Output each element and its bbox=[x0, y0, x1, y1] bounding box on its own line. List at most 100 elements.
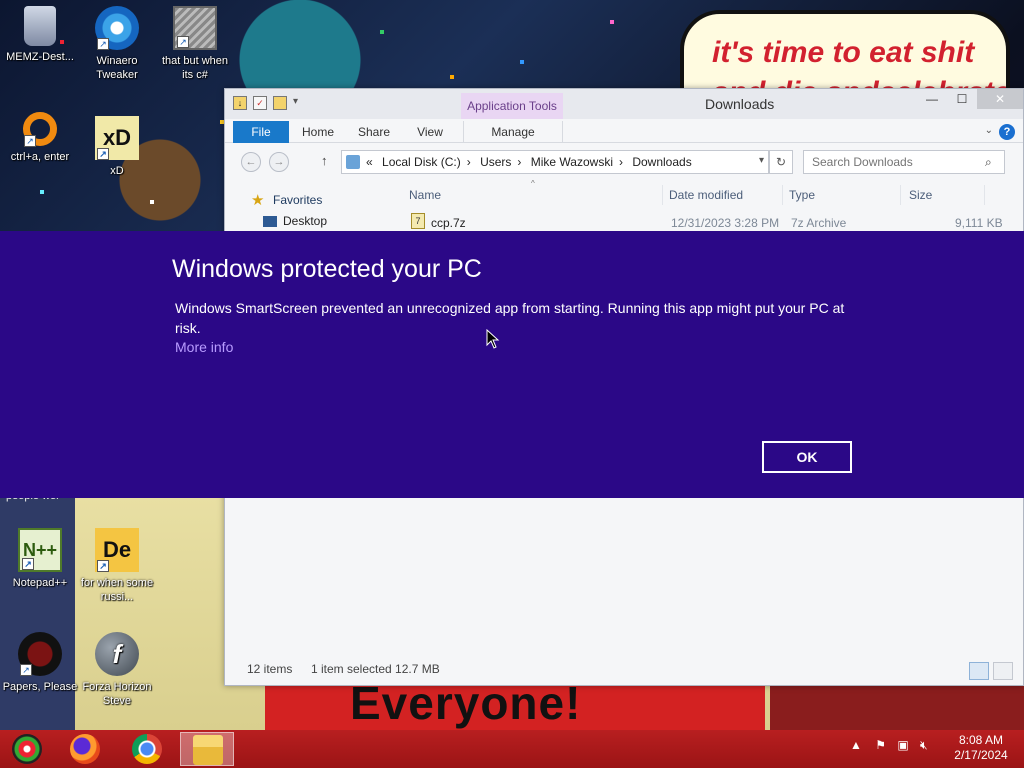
status-item-count: 12 items bbox=[247, 662, 293, 676]
desktop-icon-label: Notepad++ bbox=[12, 577, 68, 589]
desktop-icon-winaero[interactable]: ↗ Winaero Tweaker bbox=[77, 6, 157, 82]
maximize-button[interactable]: ☐ bbox=[947, 89, 977, 109]
address-bar[interactable]: « Local Disk (C:) › Users › Mike Wazowski ›… bbox=[341, 150, 769, 174]
window-title: Downloads bbox=[705, 96, 775, 112]
orange-ring-icon: ↗ bbox=[23, 112, 57, 147]
desktop-icon bbox=[263, 216, 277, 227]
desktop-icon-forza[interactable]: f Forza Horizon Steve bbox=[77, 632, 157, 708]
system-tray: ▲ ⚑ ▣ 🔇︎ bbox=[850, 738, 928, 753]
wallpaper-speech-line1: it's time to eat shit bbox=[712, 36, 975, 69]
new-folder-icon[interactable] bbox=[273, 96, 287, 110]
breadcrumb-item[interactable]: Local Disk (C:) bbox=[382, 155, 461, 169]
volume-muted-icon[interactable]: 🔇︎ bbox=[920, 738, 928, 752]
desktop-icon-papers-please[interactable]: ↗ Papers, Please bbox=[0, 632, 80, 694]
refresh-button[interactable]: ↻ bbox=[769, 150, 793, 174]
chevron-right-icon[interactable]: › bbox=[517, 155, 521, 169]
help-icon[interactable]: ? bbox=[999, 124, 1015, 140]
stacked-windows-icon: ↗ bbox=[173, 6, 217, 50]
breadcrumb-overflow[interactable]: « bbox=[366, 155, 373, 169]
chevron-down-icon[interactable]: ▾ bbox=[759, 155, 764, 166]
file-size: 9,111 KB bbox=[955, 216, 1003, 230]
tab-file[interactable]: File bbox=[233, 121, 289, 143]
clock-time: 8:08 AM bbox=[958, 733, 1004, 747]
close-button[interactable]: ✕ bbox=[977, 89, 1023, 109]
chrome-icon bbox=[132, 734, 162, 764]
column-type[interactable]: Type bbox=[785, 185, 901, 205]
confetti bbox=[380, 30, 384, 34]
papers-please-icon: ↗ bbox=[18, 632, 62, 676]
properties-icon[interactable]: ✓ bbox=[253, 96, 267, 110]
breadcrumb-item[interactable]: Downloads bbox=[632, 155, 691, 169]
tab-home[interactable]: Home bbox=[295, 121, 341, 143]
column-name[interactable]: Name bbox=[405, 185, 663, 205]
dialog-title: Windows protected your PC bbox=[172, 255, 482, 283]
confetti bbox=[520, 60, 524, 64]
network-icon[interactable]: ▣ bbox=[897, 738, 908, 752]
tab-manage[interactable]: Manage bbox=[463, 121, 563, 143]
ok-button[interactable]: OK bbox=[762, 441, 852, 473]
chevron-down-icon[interactable]: ▾ bbox=[293, 96, 298, 110]
forward-button[interactable]: → bbox=[269, 152, 289, 172]
chevron-up-icon[interactable]: ▲ bbox=[850, 738, 862, 752]
start-orb-icon bbox=[12, 734, 42, 764]
tab-share[interactable]: Share bbox=[351, 121, 397, 143]
desktop-icon-notepadpp[interactable]: N++ ↗ Notepad++ bbox=[0, 528, 80, 590]
breadcrumb-item[interactable]: Users bbox=[480, 155, 511, 169]
flag-icon[interactable]: ⚑ bbox=[875, 738, 886, 752]
chevron-down-icon[interactable]: ⌄ bbox=[985, 125, 993, 136]
chevron-right-icon[interactable]: › bbox=[619, 155, 623, 169]
start-button[interactable] bbox=[0, 732, 54, 766]
quick-access-toolbar: ↓ ✓ ▾ bbox=[233, 96, 298, 110]
more-info-link[interactable]: More info bbox=[175, 339, 233, 355]
nav-favorites[interactable]: Favorites bbox=[273, 193, 322, 207]
desktop-icon-memz[interactable]: MEMZ-Dest... bbox=[0, 6, 80, 64]
status-bar: 12 items 1 item selected 12.7 MB bbox=[225, 659, 1023, 681]
mouse-cursor-icon bbox=[486, 329, 500, 349]
folder-icon bbox=[346, 155, 360, 169]
taskbar-chrome[interactable] bbox=[120, 732, 174, 766]
tab-view[interactable]: View bbox=[407, 121, 453, 143]
column-date-modified[interactable]: Date modified bbox=[665, 185, 783, 205]
details-view-button[interactable] bbox=[969, 662, 989, 680]
firefox-icon bbox=[70, 734, 100, 764]
address-bar-row: ← → ↑ « Local Disk (C:) › Users › Mike Waz… bbox=[225, 147, 1023, 177]
nav-desktop[interactable]: Desktop bbox=[283, 214, 327, 228]
up-arrow-icon[interactable]: ↑ bbox=[321, 153, 328, 168]
window-controls: — ☐ ✕ bbox=[917, 89, 1023, 109]
confetti bbox=[610, 20, 614, 24]
dialog-message: Windows SmartScreen prevented an unrecog… bbox=[175, 300, 845, 336]
back-button[interactable]: ← bbox=[241, 152, 261, 172]
desktop-icon-for-when[interactable]: De ↗ for when some russi... bbox=[77, 528, 157, 604]
taskbar-file-explorer[interactable] bbox=[180, 732, 234, 766]
table-row[interactable]: ccp.7z 12/31/2023 3:28 PM 7z Archive 9,1… bbox=[409, 213, 1005, 233]
desktop-icon-label: for when some russi... bbox=[80, 577, 154, 603]
clock[interactable]: 8:08 AM 2/17/2024 bbox=[946, 733, 1016, 763]
explorer-title-bar[interactable]: ↓ ✓ ▾ Application Tools Downloads — ☐ ✕ bbox=[225, 89, 1023, 119]
desktop-icon-label: Papers, Please bbox=[2, 681, 78, 693]
desktop-icon-that-but-when[interactable]: ↗ that but when its c# bbox=[155, 6, 235, 82]
shortcut-arrow-icon: ↗ bbox=[97, 148, 109, 160]
winaero-icon: ↗ bbox=[95, 6, 139, 50]
column-size[interactable]: Size bbox=[905, 185, 985, 205]
confetti bbox=[40, 190, 44, 194]
confetti bbox=[450, 75, 454, 79]
wallpaper-red-right bbox=[770, 686, 1024, 730]
file-date: 12/31/2023 3:28 PM bbox=[671, 216, 780, 230]
shortcut-arrow-icon: ↗ bbox=[97, 560, 109, 572]
desktop-icon-label: xD bbox=[110, 165, 124, 177]
shortcut-arrow-icon: ↗ bbox=[97, 38, 109, 50]
minimize-button[interactable]: — bbox=[917, 89, 947, 109]
search-input[interactable] bbox=[803, 150, 1005, 174]
large-icons-view-button[interactable] bbox=[993, 662, 1013, 680]
shortcut-arrow-icon: ↗ bbox=[22, 558, 34, 570]
taskbar-firefox[interactable] bbox=[58, 732, 112, 766]
folder-down-icon[interactable]: ↓ bbox=[233, 96, 247, 110]
de-icon: De ↗ bbox=[95, 528, 139, 572]
status-selection: 1 item selected 12.7 MB bbox=[311, 662, 440, 676]
shortcut-arrow-icon: ↗ bbox=[177, 36, 189, 48]
desktop-icon-ctrl-a-enter[interactable]: ↗ ctrl+a, enter bbox=[0, 112, 80, 164]
chevron-right-icon[interactable]: › bbox=[467, 155, 471, 169]
desktop-icon-xd[interactable]: xD ↗ xD bbox=[77, 116, 157, 178]
breadcrumb-item[interactable]: Mike Wazowski bbox=[531, 155, 613, 169]
breadcrumb: « Local Disk (C:) › Users › Mike Wazowski ›… bbox=[366, 151, 698, 173]
